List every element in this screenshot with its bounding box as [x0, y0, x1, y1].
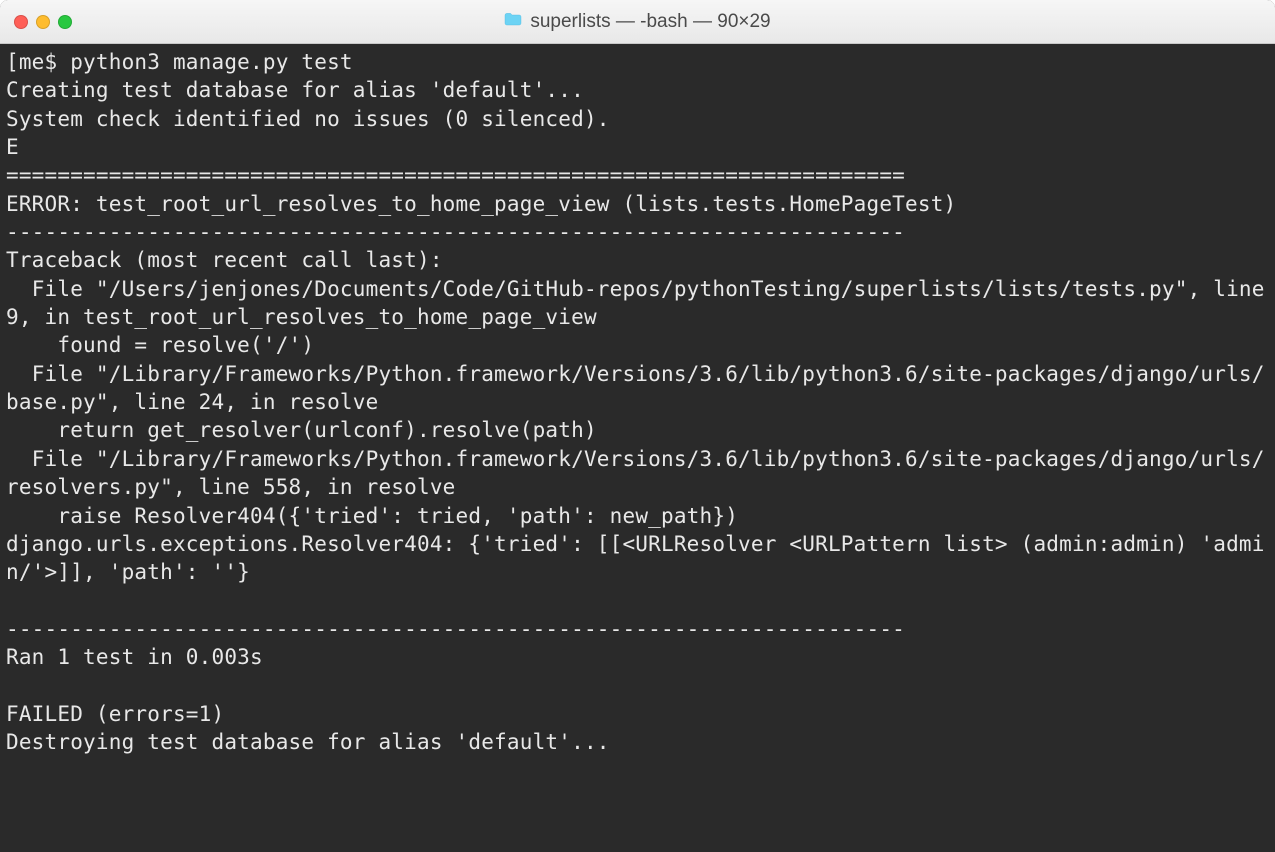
terminal-line: found = resolve('/') — [6, 331, 1269, 359]
terminal-line: FAILED (errors=1) — [6, 700, 1269, 728]
terminal-line: ERROR: test_root_url_resolves_to_home_pa… — [6, 190, 1269, 218]
terminal-line: return get_resolver(urlconf).resolve(pat… — [6, 416, 1269, 444]
title-wrap: superlists — -bash — 90×29 — [0, 11, 1275, 33]
minimize-button[interactable] — [36, 15, 50, 29]
titlebar: superlists — -bash — 90×29 — [0, 0, 1275, 44]
terminal-window: superlists — -bash — 90×29 [me$ python3 … — [0, 0, 1275, 852]
window-title: superlists — -bash — 90×29 — [530, 11, 770, 33]
terminal-line: Ran 1 test in 0.003s — [6, 643, 1269, 671]
folder-icon — [504, 12, 522, 31]
terminal-line — [6, 672, 1269, 700]
terminal-output[interactable]: [me$ python3 manage.py testCreating test… — [0, 44, 1275, 852]
terminal-line: raise Resolver404({'tried': tried, 'path… — [6, 502, 1269, 530]
terminal-line: django.urls.exceptions.Resolver404: {'tr… — [6, 530, 1269, 587]
terminal-line: ========================================… — [6, 161, 1269, 189]
terminal-line: ----------------------------------------… — [6, 615, 1269, 643]
terminal-line: Creating test database for alias 'defaul… — [6, 76, 1269, 104]
terminal-line: Traceback (most recent call last): — [6, 246, 1269, 274]
terminal-line: ----------------------------------------… — [6, 218, 1269, 246]
terminal-line: File "/Users/jenjones/Documents/Code/Git… — [6, 275, 1269, 332]
maximize-button[interactable] — [58, 15, 72, 29]
terminal-line: File "/Library/Frameworks/Python.framewo… — [6, 360, 1269, 417]
terminal-line: [me$ python3 manage.py test — [6, 48, 1269, 76]
traffic-lights — [14, 15, 72, 29]
close-button[interactable] — [14, 15, 28, 29]
terminal-line: System check identified no issues (0 sil… — [6, 105, 1269, 133]
terminal-line: E — [6, 133, 1269, 161]
terminal-line — [6, 587, 1269, 615]
terminal-line: Destroying test database for alias 'defa… — [6, 728, 1269, 756]
terminal-line: File "/Library/Frameworks/Python.framewo… — [6, 445, 1269, 502]
